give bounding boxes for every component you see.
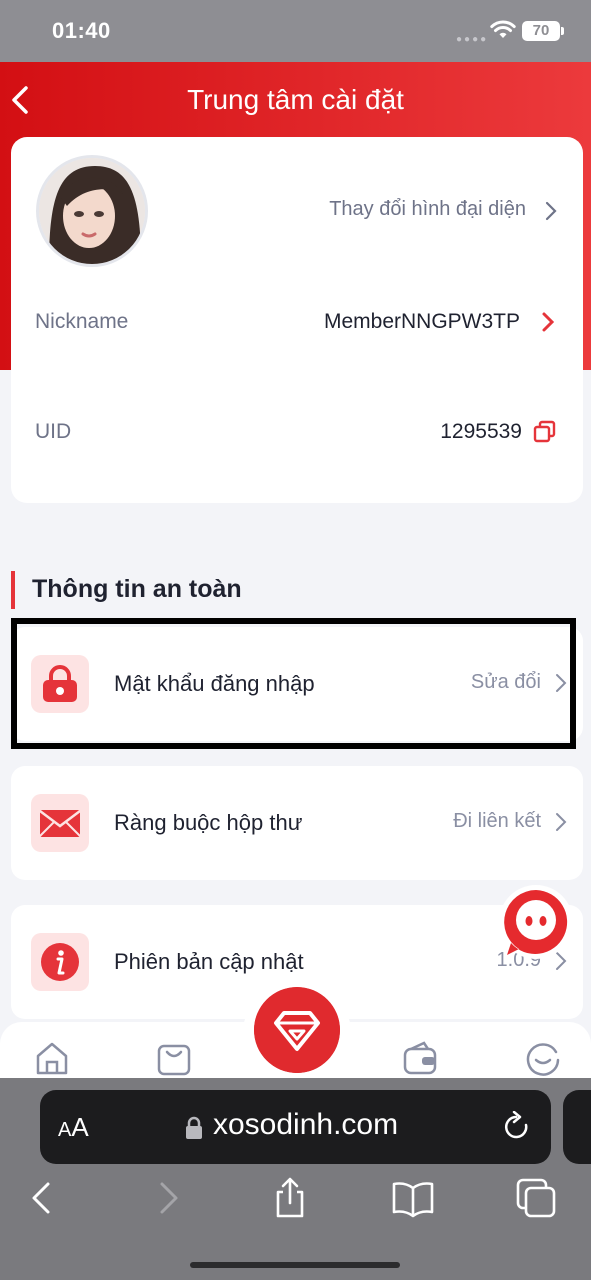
avatar-image [39,158,145,264]
row-title: Phiên bản cập nhật [114,949,304,974]
next-tab-preview[interactable] [563,1090,591,1164]
section-title: Thông tin an toàn [32,575,242,603]
url-text: xosodinh.com [213,1108,399,1141]
lock-icon [186,1116,202,1139]
home-indicator [190,1262,400,1268]
nickname-label: Nickname [35,310,129,333]
copy-icon[interactable] [532,419,558,445]
battery-indicator: 70 [522,21,560,41]
aa-small: A [58,1119,72,1141]
wallet-icon[interactable] [402,1040,438,1076]
chat-support-button[interactable] [497,883,575,961]
login-password-row[interactable]: Mật khẩu đăng nhập Sửa đổi [11,627,583,741]
chevron-right-icon [556,674,567,692]
chevron-right-icon [556,813,567,831]
change-avatar-button[interactable]: Thay đổi hình đại diện [300,188,570,232]
nickname-value: MemberNNGPW3TP [323,310,520,333]
uid-value: 1295539 [440,420,522,443]
wifi-icon [490,20,516,38]
lock-icon [31,655,89,713]
uid-label: UID [35,420,72,443]
change-avatar-label: Thay đổi hình đại diện [329,198,526,220]
tabs-icon[interactable] [514,1176,558,1220]
back-nav-icon[interactable] [20,1176,64,1220]
profile-icon[interactable] [525,1040,561,1076]
section-accent-bar [11,571,15,609]
status-time: 01:40 [52,18,111,43]
diamond-icon[interactable] [254,987,340,1073]
info-icon [31,933,89,991]
row-action: Đi liên kết [453,810,541,832]
page-title: Trung tâm cài đặt [187,84,404,115]
battery-tip [561,27,564,35]
bag-icon[interactable] [156,1040,192,1076]
chevron-right-icon [545,201,557,221]
row-title: Ràng buộc hộp thư [114,810,303,835]
home-icon[interactable] [34,1040,70,1076]
row-action: Sửa đổi [470,671,541,693]
chevron-right-icon [542,312,555,332]
aa-large: A [71,1112,89,1142]
bind-mailbox-row[interactable]: Ràng buộc hộp thư Đi liên kết [11,766,583,880]
signal-icon: ●●●● [456,34,489,45]
row-title: Mật khẩu đăng nhập [114,671,315,696]
mail-icon [31,794,89,852]
forward-nav-icon[interactable] [146,1176,190,1220]
avatar[interactable] [36,155,148,267]
reader-settings-button[interactable]: AA [58,1112,89,1143]
nickname-row[interactable]: MemberNNGPW3TP [300,300,570,344]
bookmarks-icon[interactable] [391,1176,435,1220]
share-icon[interactable] [268,1176,312,1220]
reload-icon[interactable] [502,1111,532,1143]
status-bar: 01:40 ●●●● 70 [0,0,591,62]
